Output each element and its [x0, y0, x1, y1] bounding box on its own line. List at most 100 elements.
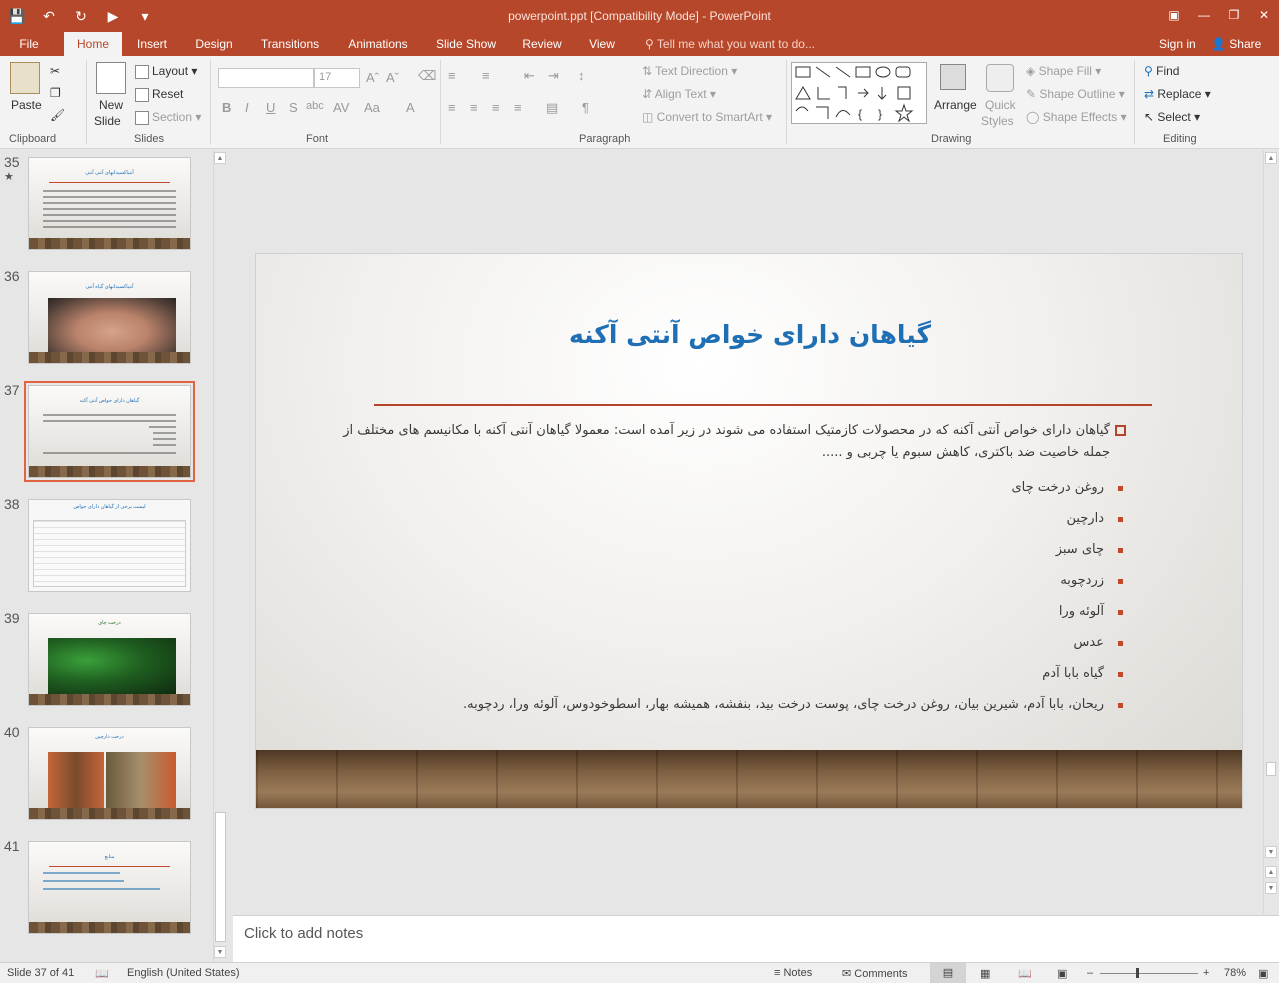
notes-pane[interactable]: Click to add notes: [233, 915, 1279, 962]
section-button[interactable]: Section ▾: [135, 110, 201, 125]
quick-styles-button-line2[interactable]: Styles: [981, 114, 1014, 128]
slideshow-view-icon[interactable]: ▣: [1057, 967, 1067, 980]
zoom-in-icon[interactable]: +: [1203, 967, 1209, 979]
decrease-font-icon[interactable]: Aˇ: [386, 70, 399, 85]
slide-thumbnail-37-selected[interactable]: گیاهان دارای خواص آنتی آکنه: [24, 381, 195, 482]
new-slide-button[interactable]: New: [99, 98, 123, 112]
slide-sorter-icon[interactable]: ▦: [980, 967, 990, 980]
columns-icon[interactable]: ▤: [546, 100, 558, 116]
tab-animations[interactable]: Animations: [340, 32, 416, 56]
numbering-icon[interactable]: ≡: [482, 68, 490, 83]
shapes-gallery[interactable]: { }: [791, 62, 927, 124]
scroll-up-icon[interactable]: ▲: [214, 152, 226, 164]
zoom-slider-thumb[interactable]: [1136, 968, 1139, 978]
editor-scroll-thumb[interactable]: [1266, 762, 1276, 776]
underline-icon[interactable]: U: [266, 100, 275, 115]
language-indicator[interactable]: English (United States): [127, 967, 240, 979]
replace-button[interactable]: ⇄ Replace ▾: [1144, 87, 1211, 101]
previous-slide-icon[interactable]: ▲: [1265, 866, 1277, 878]
arrange-icon[interactable]: [940, 64, 966, 90]
comments-toggle[interactable]: ✉ Comments: [842, 967, 907, 980]
tab-view[interactable]: View: [582, 32, 622, 56]
tell-me-search[interactable]: ⚲ Tell me what you want to do...: [645, 32, 815, 56]
tab-file[interactable]: File: [8, 32, 50, 56]
slide-title[interactable]: گیاهان دارای خواص آنتی آکنه: [256, 320, 1242, 349]
quick-styles-icon[interactable]: [986, 64, 1014, 92]
tab-insert[interactable]: Insert: [128, 32, 176, 56]
quick-styles-button[interactable]: Quick: [985, 98, 1016, 112]
convert-smartart-button[interactable]: ◫ Convert to SmartArt ▾: [642, 110, 772, 124]
change-case-icon[interactable]: Aa: [364, 100, 380, 115]
reset-button[interactable]: Reset: [135, 87, 183, 102]
thumbnail-scrollbar[interactable]: ▲ ▼: [213, 150, 227, 962]
current-slide[interactable]: گیاهان دارای خواص آنتی آکنه گیاهان دارای…: [255, 253, 1243, 809]
shadow-icon[interactable]: S: [289, 100, 298, 115]
sign-in-link[interactable]: Sign in: [1159, 32, 1196, 56]
new-slide-button-line2[interactable]: Slide: [94, 114, 121, 128]
scroll-down-icon[interactable]: ▼: [214, 946, 226, 958]
align-text-button[interactable]: ⇵ Align Text ▾: [642, 87, 716, 101]
zoom-level[interactable]: 78%: [1224, 967, 1246, 979]
zoom-slider[interactable]: [1100, 973, 1198, 974]
fit-to-window-icon[interactable]: ▣: [1258, 967, 1268, 980]
line-spacing-icon[interactable]: ↕: [578, 68, 585, 83]
rtl-icon[interactable]: ¶: [582, 100, 589, 115]
notes-toggle[interactable]: ≡ Notes: [774, 967, 812, 979]
scroll-up-icon[interactable]: ▲: [1265, 152, 1277, 164]
normal-view-icon[interactable]: ▤: [930, 963, 966, 983]
arrange-button[interactable]: Arrange: [934, 98, 977, 112]
font-size-input[interactable]: 17: [314, 68, 360, 88]
new-slide-icon[interactable]: [96, 62, 126, 94]
justify-icon[interactable]: ≡: [514, 100, 522, 115]
text-direction-button[interactable]: ⇅ Text Direction ▾: [642, 64, 737, 78]
tab-transitions[interactable]: Transitions: [252, 32, 328, 56]
decrease-indent-icon[interactable]: ⇤: [524, 68, 535, 84]
minimize-icon[interactable]: —: [1189, 0, 1219, 30]
zoom-out-icon[interactable]: –: [1087, 967, 1093, 979]
strikethrough-icon[interactable]: abc: [306, 100, 324, 112]
slide-thumbnail-40[interactable]: درخت دارچین: [28, 727, 191, 820]
bold-icon[interactable]: B: [222, 100, 231, 115]
italic-icon[interactable]: I: [245, 100, 249, 115]
slide-thumbnail-36[interactable]: آنتیاکسیدانهای گیاه آنتی: [28, 271, 191, 364]
font-color-icon[interactable]: A: [406, 100, 415, 115]
shape-outline-button[interactable]: ✎ Shape Outline ▾: [1026, 87, 1125, 101]
align-center-icon[interactable]: ≡: [470, 100, 478, 115]
tab-review[interactable]: Review: [516, 32, 568, 56]
format-painter-icon[interactable]: 🖌: [50, 108, 65, 122]
slide-thumbnail-38[interactable]: لیست برخی از گیاهان دارای خواص: [28, 499, 191, 592]
close-icon[interactable]: ✕: [1249, 0, 1279, 30]
clear-formatting-icon[interactable]: ⌫: [418, 68, 436, 84]
cut-icon[interactable]: ✂: [50, 64, 60, 78]
select-button[interactable]: ↖ Select ▾: [1144, 110, 1200, 124]
tab-design[interactable]: Design: [188, 32, 240, 56]
layout-button[interactable]: Layout ▾: [135, 64, 197, 79]
restore-icon[interactable]: ❐: [1219, 0, 1249, 30]
reading-view-icon[interactable]: 📖: [1018, 967, 1032, 980]
next-slide-icon[interactable]: ▼: [1265, 882, 1277, 894]
slide-body-text[interactable]: گیاهان دارای خواص آنتی آکنه که در محصولا…: [336, 420, 1126, 720]
align-left-icon[interactable]: ≡: [448, 100, 456, 115]
paste-icon[interactable]: [10, 62, 40, 94]
scroll-down-icon[interactable]: ▼: [1265, 846, 1277, 858]
slide-thumbnail-39[interactable]: درخت چای: [28, 613, 191, 706]
share-button[interactable]: 👤 Share: [1211, 32, 1261, 56]
align-right-icon[interactable]: ≡: [492, 100, 500, 115]
increase-font-icon[interactable]: Aˆ: [366, 70, 379, 85]
editor-scrollbar[interactable]: ▲ ▼ ▲ ▼: [1263, 150, 1277, 914]
spell-check-icon[interactable]: 📖: [95, 967, 109, 980]
tab-home[interactable]: Home: [64, 32, 122, 56]
find-button[interactable]: ⚲ Find: [1144, 64, 1179, 78]
font-name-input[interactable]: [218, 68, 314, 88]
shape-fill-button[interactable]: ◈ Shape Fill ▾: [1026, 64, 1101, 78]
thumbnail-scroll-thumb[interactable]: [215, 812, 226, 942]
paste-button[interactable]: Paste: [11, 98, 42, 112]
bullets-icon[interactable]: ≡: [448, 68, 456, 83]
shape-effects-button[interactable]: ◯ Shape Effects ▾: [1026, 110, 1127, 124]
increase-indent-icon[interactable]: ⇥: [548, 68, 559, 84]
slide-thumbnail-35[interactable]: آنتیاکسیدانهای آنتی‌‌ آنتی: [28, 157, 191, 250]
tab-slide-show[interactable]: Slide Show: [430, 32, 502, 56]
ribbon-display-options-icon[interactable]: ▣: [1159, 0, 1189, 30]
copy-icon[interactable]: ❐: [50, 86, 61, 100]
char-spacing-icon[interactable]: AV: [333, 100, 349, 115]
